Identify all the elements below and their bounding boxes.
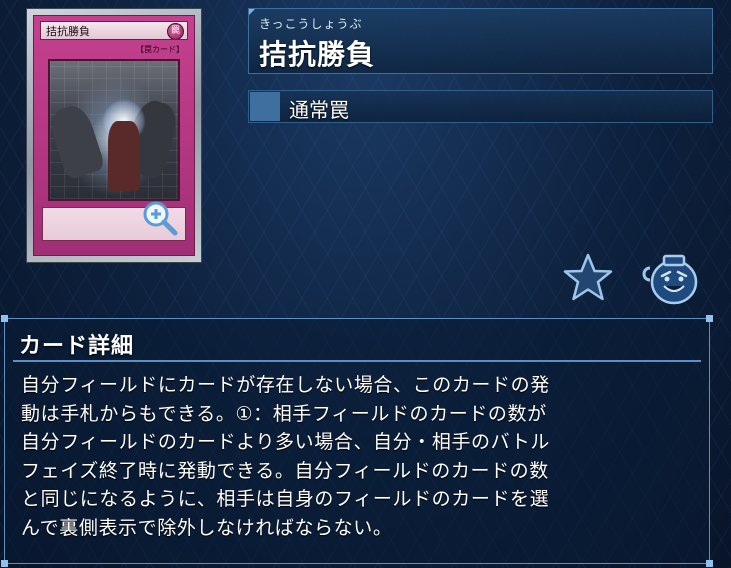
card-effect-text: 自分フィールドにカードが存在しない場合、このカードの発 動は手札からもできる。①… [21, 371, 697, 543]
artwork-figure-left [50, 101, 106, 181]
detail-header: カード詳細 [13, 324, 701, 362]
effect-line: フェイズ終了時に発動できる。自分フィールドのカードの数 [21, 459, 549, 482]
detail-title: カード詳細 [19, 334, 135, 359]
thumbnail-type-line: 【罠カード】 [136, 45, 184, 54]
card-type: 通常罠 [289, 98, 349, 122]
card-name: 拮抗勝負 [259, 38, 376, 71]
pot-icon [642, 254, 698, 305]
type-color-marker [250, 92, 280, 121]
effect-line: んで裏側表示で除外しなければならない。 [21, 516, 393, 539]
card-type-panel: 通常罠 [248, 90, 713, 123]
panel-corner-marker [706, 560, 713, 567]
effect-line: 自分フィールドにカードが存在しない場合、このカードの発 [21, 374, 550, 396]
thumbnail-card-name-text: 拮抗勝負 [46, 25, 90, 38]
thumbnail-footer [42, 243, 186, 252]
thumbnail-card-name: 拮抗勝負 罠 [40, 21, 188, 40]
artwork-figure-center [108, 121, 140, 191]
card-detail-panel: カード詳細 自分フィールドにカードが存在しない場合、このカードの発 動は手札から… [1, 315, 713, 567]
panel-corner-marker [1, 560, 8, 567]
panel-corner-marker [706, 315, 713, 322]
card-name-panel: きっこうしょうぶ 拮抗勝負 [248, 8, 713, 74]
star-icon[interactable] [562, 252, 614, 304]
trap-attribute-icon: 罠 [167, 23, 184, 39]
card-name-ruby: きっこうしょうぶ [259, 17, 363, 31]
effect-line: と同じになるように、相手は自身のフィールドのカードを選 [21, 488, 550, 511]
effect-line: 動は手札からもできる。①：相手フィールドのカードの数が [21, 402, 547, 425]
card-artwork [48, 59, 180, 201]
panel-corner-marker [1, 315, 8, 322]
zoom-in-icon[interactable] [142, 200, 178, 236]
effect-line: 自分フィールドのカードより多い場合、自分・相手のバトル [21, 431, 551, 454]
